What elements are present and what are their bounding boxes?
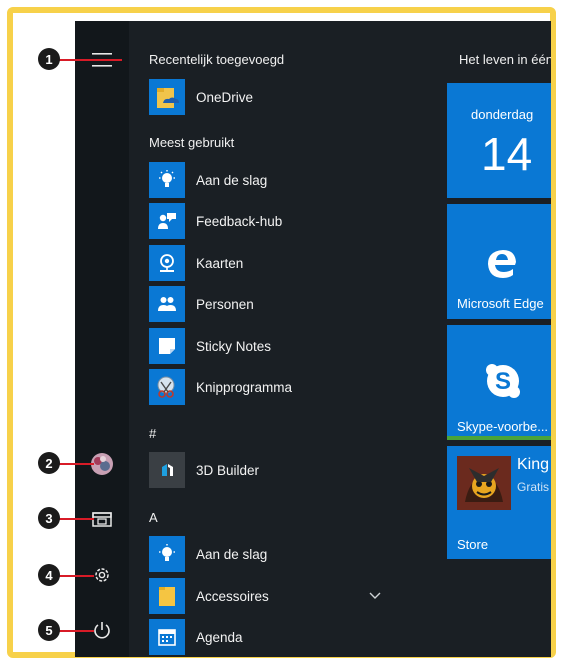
app-feedback-hub[interactable]: Feedback-hub <box>149 202 399 240</box>
app-aan-de-slag[interactable]: Aan de slag <box>149 161 399 199</box>
app-knipprogramma[interactable]: Knipprogramma <box>149 368 399 406</box>
app-agenda[interactable]: Agenda <box>149 618 399 656</box>
callout-badge-1: 1 <box>38 48 60 70</box>
app-sticky-notes[interactable]: Sticky Notes <box>149 327 399 365</box>
store-tile[interactable]: King Gratis Store <box>447 446 551 559</box>
app-aan-de-slag-a[interactable]: Aan de slag <box>149 535 399 573</box>
store-label: Store <box>457 537 489 552</box>
app-label: Accessoires <box>196 588 269 604</box>
svg-text:S: S <box>495 368 511 395</box>
callout-badge-5: 5 <box>38 619 60 641</box>
app-label: OneDrive <box>196 89 254 105</box>
section-header-most-used: Meest gebruikt <box>149 135 235 150</box>
snipping-tool-icon <box>149 369 185 405</box>
lightbulb-icon <box>149 162 185 198</box>
app-label: Kaarten <box>196 255 244 271</box>
store-app-name: King <box>517 456 550 473</box>
game-thumbnail-icon <box>457 456 511 510</box>
skype-icon: S <box>483 361 523 401</box>
calendar-tile[interactable]: donderdag 14 <box>447 83 551 198</box>
chevron-down-icon[interactable] <box>369 592 381 600</box>
sticky-notes-icon <box>149 328 185 364</box>
app-personen[interactable]: Personen <box>149 285 399 323</box>
start-rail <box>75 21 129 657</box>
app-accessoires[interactable]: Accessoires <box>149 577 399 615</box>
app-label: Aan de slag <box>196 172 268 188</box>
calendar-day: donderdag <box>471 107 534 122</box>
callout-line-1 <box>52 59 122 61</box>
app-kaarten[interactable]: Kaarten <box>149 244 399 282</box>
app-label: Sticky Notes <box>196 338 272 354</box>
calendar-date: 14 <box>481 128 533 180</box>
app-onedrive[interactable]: OneDrive <box>149 78 399 116</box>
store-app-price: Gratis <box>517 480 550 494</box>
callout-badge-2: 2 <box>38 452 60 474</box>
onedrive-icon <box>149 79 185 115</box>
skype-tile[interactable]: S Skype-voorbe... <box>447 325 551 440</box>
skype-label: Skype-voorbe... <box>457 419 549 434</box>
edge-tile[interactable]: Microsoft Edge <box>447 204 551 319</box>
app-label: Agenda <box>196 629 243 645</box>
app-3d-builder[interactable]: 3D Builder <box>149 451 399 489</box>
calendar-icon <box>149 619 185 655</box>
section-header-recent: Recentelijk toegevoegd <box>149 52 285 67</box>
people-icon <box>149 286 185 322</box>
section-header-hash: # <box>149 426 157 441</box>
callout-badge-4: 4 <box>38 564 60 586</box>
lightbulb-icon <box>149 536 185 572</box>
app-label: Knipprogramma <box>196 379 293 395</box>
edge-label: Microsoft Edge <box>457 296 544 311</box>
live-tiles-panel: Het leven in één donderdag 14 Microsoft … <box>447 21 551 657</box>
start-menu: Recentelijk toegevoegd OneDrive Meest ge… <box>75 21 551 657</box>
app-label: Feedback-hub <box>196 213 283 229</box>
folder-icon <box>149 578 185 614</box>
section-header-a: A <box>149 510 158 525</box>
edge-icon <box>485 246 519 280</box>
tiles-group-header: Het leven in één <box>459 52 551 67</box>
3d-builder-icon <box>149 452 185 488</box>
app-label: Aan de slag <box>196 546 268 562</box>
app-list: Recentelijk toegevoegd OneDrive Meest ge… <box>129 21 417 657</box>
feedback-icon <box>149 203 185 239</box>
app-label: 3D Builder <box>196 462 260 478</box>
maps-icon <box>149 245 185 281</box>
skype-tile-strip <box>447 436 551 440</box>
callout-badge-3: 3 <box>38 507 60 529</box>
app-label: Personen <box>196 296 254 312</box>
